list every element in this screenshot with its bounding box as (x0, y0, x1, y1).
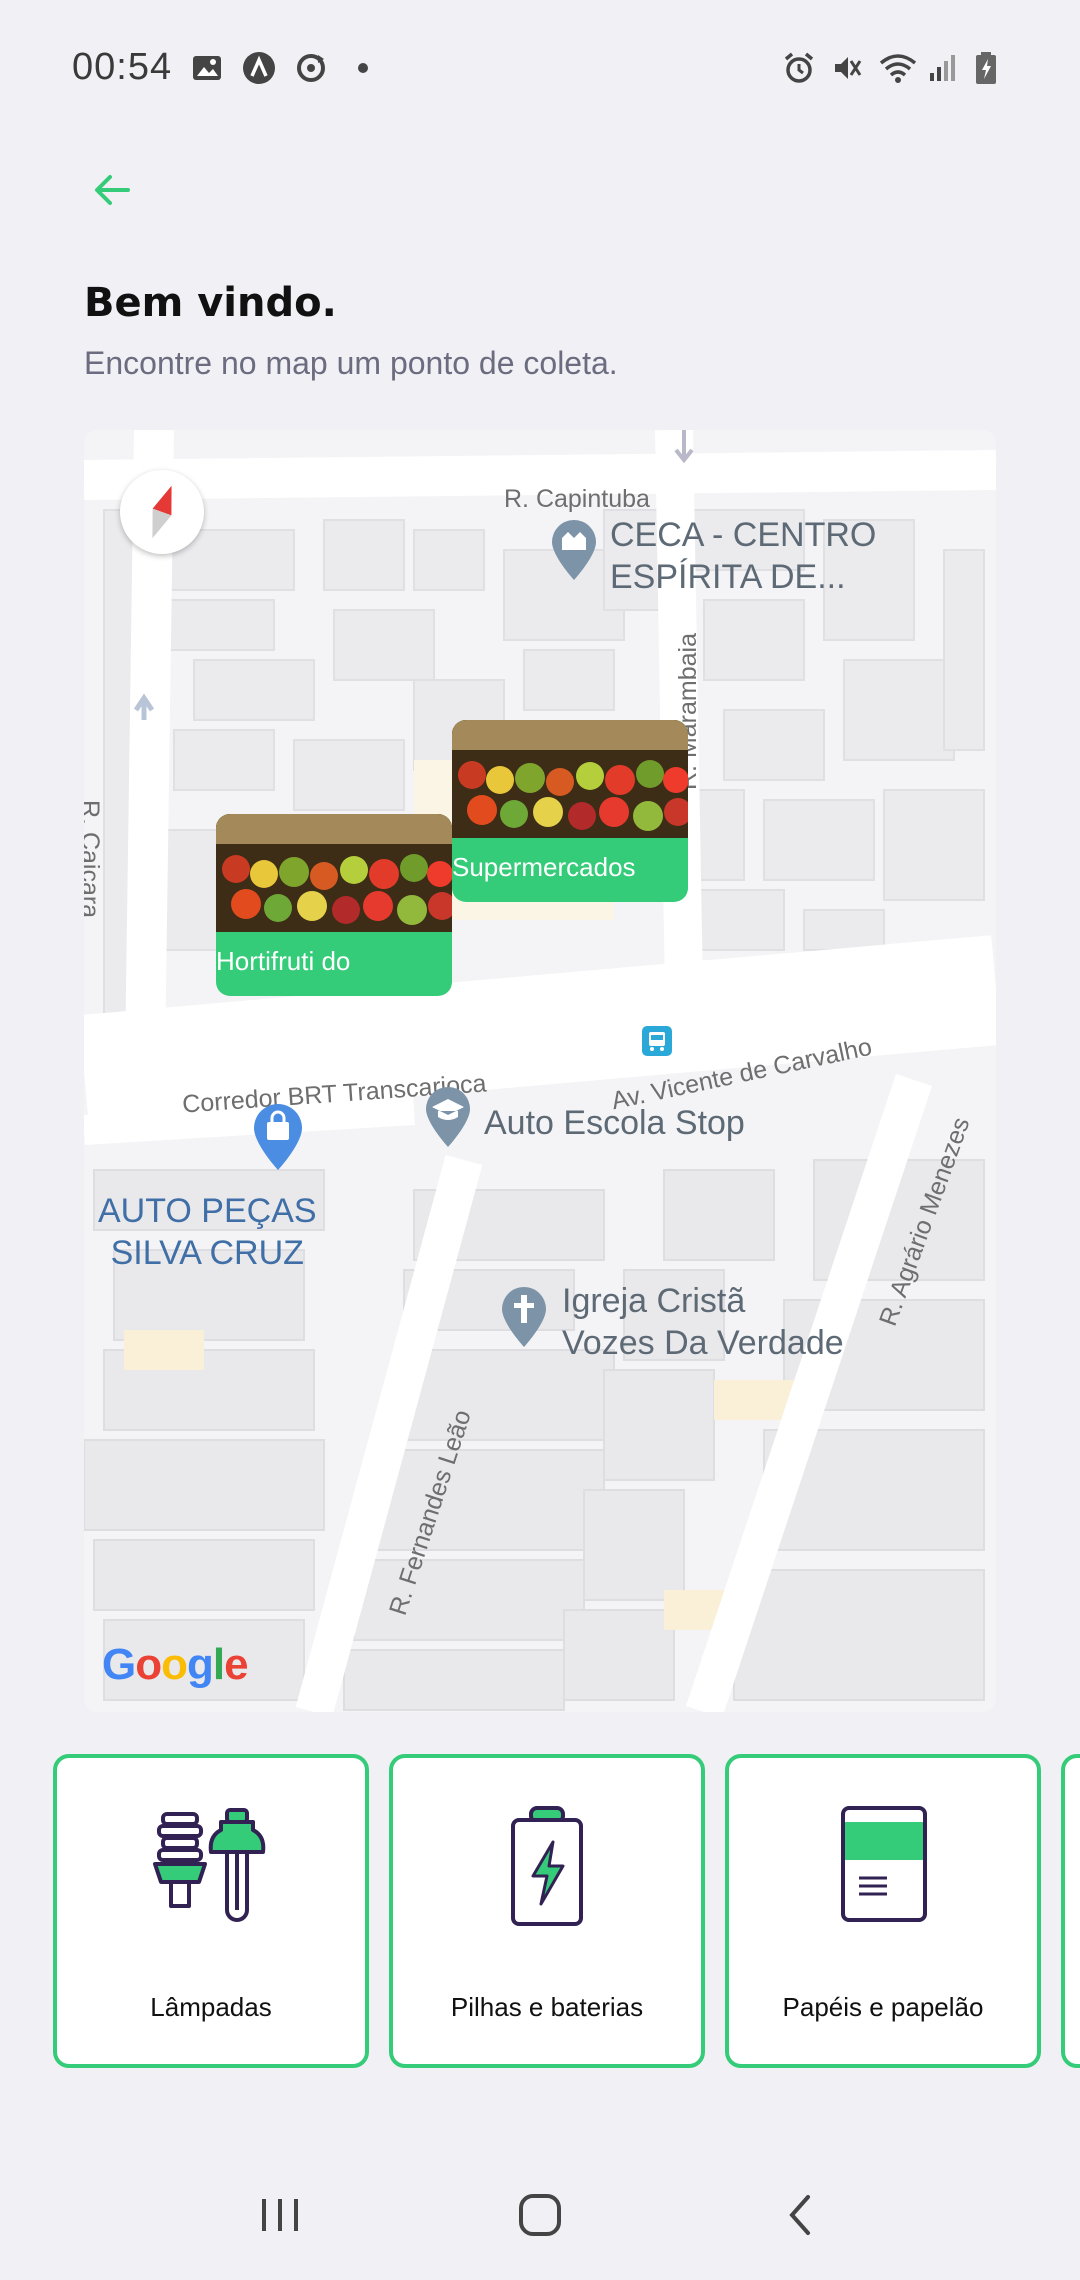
recents-button[interactable] (240, 2175, 320, 2255)
wifi-icon (878, 51, 917, 85)
poi-ceca[interactable]: CECA - CENTRO ESPÍRITA DE... (610, 514, 876, 598)
a-icon (242, 51, 276, 85)
page-subtitle: Encontre no map um ponto de coleta. (84, 345, 618, 381)
dot-icon (346, 51, 380, 85)
home-icon (519, 2194, 561, 2236)
alarm-icon (782, 51, 816, 85)
item-lampadas[interactable]: Lâmpadas (53, 1754, 369, 2068)
status-left: 00:54 (72, 46, 380, 89)
battery-icon (393, 1806, 701, 1936)
lamp-icon (57, 1806, 365, 1936)
church-pin-icon (552, 520, 596, 580)
street-label-caicara: R. Caiçara (84, 800, 104, 919)
recents-icon (262, 2199, 298, 2231)
item-partial[interactable] (1061, 1754, 1080, 2068)
item-label: Lâmpadas (150, 1992, 272, 2022)
school-pin-icon (426, 1087, 470, 1147)
status-right (782, 51, 1008, 85)
google-logo: Google (102, 1640, 249, 1689)
bus-stop-icon (642, 1026, 672, 1056)
item-label: Pilhas e baterias (450, 1992, 644, 2022)
status-time: 00:54 (72, 46, 173, 88)
collection-point-marker[interactable]: Supermercados (452, 720, 688, 902)
compass-button[interactable] (120, 470, 204, 554)
system-nav-bar (0, 2150, 1080, 2280)
signal-icon (926, 51, 960, 85)
mute-icon (830, 51, 864, 85)
back-button[interactable] (82, 160, 142, 220)
marker-photo (216, 814, 452, 932)
shopping-pin-icon (254, 1104, 302, 1170)
arrow-left-icon (95, 175, 130, 205)
marker-photo (452, 720, 688, 838)
compass-icon (152, 485, 172, 539)
sync-icon (294, 51, 328, 85)
map[interactable]: R. Capintuba R. Caiçara R. Marambaia Cor… (84, 430, 996, 1712)
poi-igreja[interactable]: Igreja Cristã Vozes Da Verdade (562, 1280, 844, 1364)
nav-back-button[interactable] (760, 2175, 840, 2255)
status-bar: 00:54 (0, 0, 1080, 135)
image-icon (190, 51, 224, 85)
street-label-capintuba: R. Capintuba (504, 485, 650, 513)
marker-name: Hortifruti do (216, 946, 351, 976)
battery-icon (974, 51, 1008, 85)
home-button[interactable] (500, 2175, 580, 2255)
item-pilhas[interactable]: Pilhas e baterias (389, 1754, 705, 2068)
cross-pin-icon (502, 1287, 546, 1347)
items-list[interactable]: Lâmpadas Pilhas e baterias Papéis e pape… (53, 1754, 1080, 2068)
collection-point-marker[interactable]: Hortifruti do (216, 814, 452, 996)
poi-auto-pecas[interactable]: AUTO PEÇAS SILVA CRUZ (98, 1190, 317, 1274)
map-tiles (84, 430, 996, 1712)
marker-name: Supermercados (452, 852, 636, 882)
paper-icon (729, 1806, 1037, 1936)
item-label: Papéis e papelão (782, 1992, 984, 2022)
poi-auto-escola[interactable]: Auto Escola Stop (484, 1102, 745, 1144)
item-papeis[interactable]: Papéis e papelão (725, 1754, 1041, 2068)
chevron-left-icon (789, 2195, 810, 2235)
page-title: Bem vindo. (84, 280, 337, 326)
